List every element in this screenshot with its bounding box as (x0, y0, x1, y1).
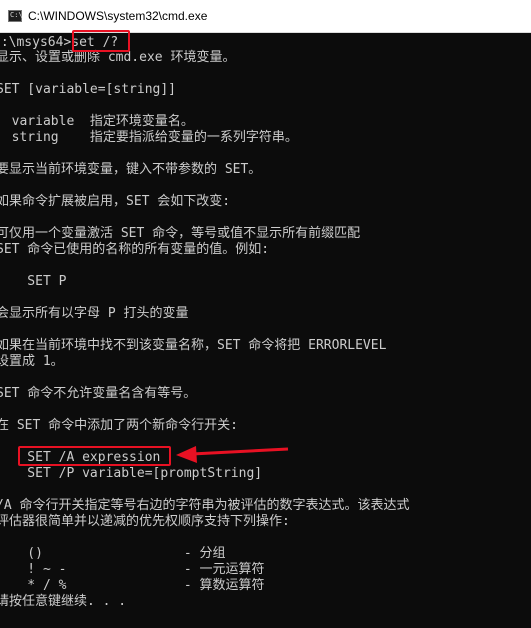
highlight-box-set-a (18, 446, 171, 466)
title-bar[interactable]: C:\ C:\WINDOWS\system32\cmd.exe (0, 0, 531, 33)
console-line: 评估器很简单并以递减的优先权顺序支持下列操作: (0, 514, 290, 529)
console-line: 如果命令扩展被启用，SET 会如下改变: (0, 194, 231, 209)
console-line: * / % - 算数运算符 (0, 578, 265, 593)
console-line: 在 SET 命令中添加了两个新命令行开关: (0, 418, 238, 433)
console-line: /A 命令行开关指定等号右边的字符串为被评估的数字表达式。该表达式 (0, 498, 410, 513)
prompt-path: C:\msys64> (0, 35, 72, 50)
console-line: 如果在当前环境中找不到该变量名称，SET 命令将把 ERRORLEVEL (0, 338, 387, 353)
console-line: 会显示所有以字母 P 打头的变量 (0, 306, 189, 321)
console-line: SET [variable=[string]] (0, 82, 177, 97)
console-line: 设置成 1。 (0, 354, 64, 369)
window-title: C:\WINDOWS\system32\cmd.exe (28, 9, 208, 23)
cmd-console-icon: C:\ (8, 10, 23, 22)
highlight-box-command (72, 30, 130, 52)
console-line: 请按任意键继续. . . (0, 594, 127, 609)
console-line: 要显示当前环境变量，键入不带参数的 SET。 (0, 162, 262, 177)
cmd-icon-glyph: C:\ (10, 11, 23, 19)
console-line: 显示、设置或删除 cmd.exe 环境变量。 (0, 50, 236, 65)
console-line: string 指定要指派给变量的一系列字符串。 (0, 130, 298, 145)
console-line: ! ~ - - 一元运算符 (0, 562, 265, 577)
console-line: SET 命令不允许变量名含有等号。 (0, 386, 197, 401)
console-line: () - 分组 (0, 546, 226, 561)
console-line: variable 指定环境变量名。 (0, 114, 194, 129)
console-line: 可仅用一个变量激活 SET 命令，等号或值不显示所有前缀匹配 (0, 226, 361, 241)
console-line: SET 命令已使用的名称的所有变量的值。例如: (0, 242, 270, 257)
console-line: SET /P variable=[promptString] (0, 466, 263, 481)
console-output[interactable]: C:\msys64>set /? 显示、设置或删除 cmd.exe 环境变量。 … (0, 33, 531, 628)
console-line: SET P (0, 274, 67, 289)
